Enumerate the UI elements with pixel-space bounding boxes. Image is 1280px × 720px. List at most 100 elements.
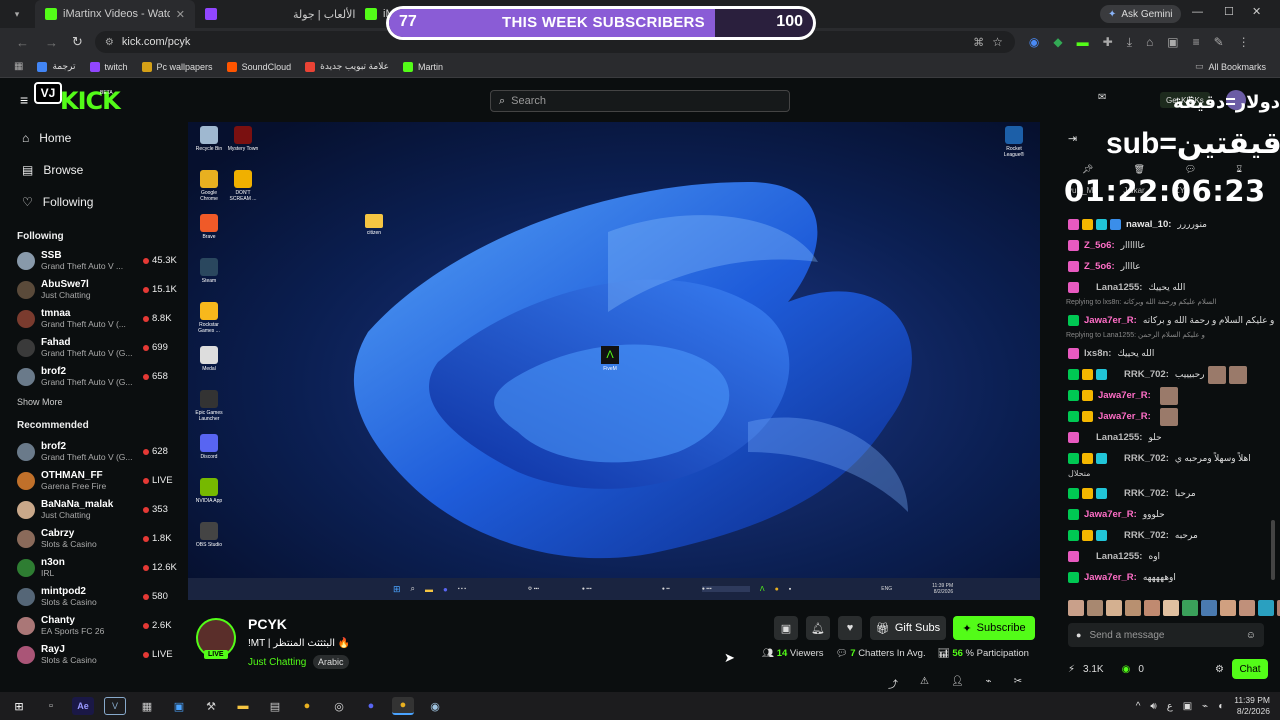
chat-message[interactable]: RRK_702: مرحبا [1054,483,1280,504]
users-icon[interactable]: 👤︎ [951,676,964,691]
chat-identity-icon[interactable]: ● [1076,630,1081,640]
bookmark-star-icon[interactable]: ☆ [992,35,1003,49]
translate-icon[interactable]: ⌘ [973,36,984,49]
network-icon[interactable]: ▣ [1183,701,1192,712]
ask-gemini-button[interactable]: ✦ Ask Gemini [1100,5,1181,23]
extension-icon[interactable]: ◆ [1053,35,1062,50]
search-bar[interactable]: ⌕ Search [490,90,790,112]
chat-username[interactable]: Jawa7er_R: [1098,411,1151,422]
clip-icon[interactable]: ✂ [1014,676,1022,691]
chat-scrollbar[interactable] [1271,520,1275,580]
desktop-icon[interactable]: Rockstar Games ... [192,302,226,346]
chat-message[interactable]: RRK_702: اهلاً وسهلاً ومرحبه ي [1054,448,1280,469]
sidebar-channel-item[interactable]: tmnaa Grand Theft Auto V (... 8.8K [0,304,178,333]
sidebar-channel-item[interactable]: n3on IRL 12.6K [0,553,178,582]
back-icon[interactable]: ← [16,35,29,50]
chat-message[interactable]: nawal_10: منورررر [1054,214,1280,235]
chat-message[interactable]: RRK_702: مرحبه [1054,525,1280,546]
chat-username[interactable]: RRK_702: [1124,530,1169,541]
reload-icon[interactable]: ↻ [72,34,83,50]
chat-settings-icon[interactable]: ⚙ [1215,664,1224,675]
chat-message[interactable]: Lana1255: حلو [1054,427,1280,448]
emote-icon[interactable] [1144,600,1160,616]
sidebar-channel-item[interactable]: BaNaNa_malak Just Chatting 353 [0,495,178,524]
chat-message[interactable]: Jawa7er_R: حلووو [1054,504,1280,525]
nav-browse[interactable]: ▤ Browse [0,154,178,186]
close-window-button[interactable]: ✕ [1252,5,1261,18]
chat-username[interactable]: RRK_702: [1124,369,1169,380]
extension-icon[interactable]: ◉ [1029,35,1039,50]
language-tag[interactable]: Arabic [313,655,349,669]
chat-message[interactable]: lxs8n: الله يحييك [1054,343,1280,364]
gift-subs-button[interactable]: 🎁︎ Gift Subs [870,616,946,640]
desktop-icon[interactable]: Google Chrome [192,170,226,214]
bookmark-item[interactable]: twitch [89,61,128,72]
chat-message[interactable]: Z_5o6: عاااااار [1054,235,1280,256]
apps-grid-icon[interactable]: ▦ [14,61,23,72]
sidebar-channel-item[interactable]: brof2 Grand Theft Auto V (G... 628 [0,437,178,466]
emote-icon[interactable] [1163,600,1179,616]
notification-bell-button[interactable]: 🔔︎ [806,616,830,640]
tray-icon[interactable]: ⌁ [1202,701,1208,712]
emote-icon[interactable] [1125,600,1141,616]
desktop-icon[interactable]: Mystery Town [226,126,260,170]
chat-username[interactable]: RRK_702: [1124,488,1169,499]
chrome-active-icon[interactable]: ● [392,697,414,715]
chat-username[interactable]: Jawa7er_R: [1084,572,1137,583]
desktop-icon[interactable]: Rocket League® [1000,126,1028,158]
app-icon[interactable]: ▣ [168,697,190,715]
steam-icon[interactable]: ◉ [424,697,446,715]
sidebar-channel-item[interactable]: Cabrzy Slots & Casino 1.8K [0,524,178,553]
desktop-icon[interactable]: Brave [192,214,226,258]
chat-username[interactable]: RRK_702: [1124,453,1169,464]
bookmark-item[interactable]: Pc wallpapers [141,61,213,72]
tray-overflow-icon[interactable]: ^ [1136,701,1141,712]
sidepanel-icon[interactable]: ▣ [1167,35,1178,50]
emote-icon[interactable] [1258,600,1274,616]
taskbar-clock[interactable]: 11:39 PM 8/2/2026 [1234,695,1270,717]
desktop-icon[interactable]: DON'T SCREAM ... [226,170,260,214]
discord-icon[interactable]: ● [360,697,382,715]
share-icon[interactable]: ⤴ [888,676,898,691]
sidebar-channel-item[interactable]: brof2 Grand Theft Auto V (G... 658 [0,362,178,391]
more-menu-icon[interactable]: ⋮ [1238,35,1250,50]
desktop-icon[interactable]: Steam [192,258,226,302]
chat-username[interactable]: Jawa7er_R: [1084,315,1137,326]
emote-icon[interactable] [1068,600,1084,616]
desktop-icon[interactable]: Epic Games Launcher [192,390,226,434]
chat-message[interactable]: Jawa7er_R: اوهههههه [1054,567,1280,588]
sidebar-channel-item[interactable]: Fahad Grand Theft Auto V (G... 699 [0,333,178,362]
tray-icon[interactable]: ◐ [1218,701,1224,712]
video-player[interactable]: Recycle Bin Google Chrome Brave Steam Rockst… [188,122,1040,600]
emote-icon[interactable] [1220,600,1236,616]
hamburger-menu-icon[interactable]: ≡ [20,92,28,108]
forward-icon[interactable]: → [45,35,58,50]
sidebar-channel-item[interactable]: Chanty EA Sports FC 26 2.6K [0,611,178,640]
download-icon[interactable]: ⤓ [1127,35,1132,50]
tab-list-dropdown-icon[interactable]: ▾ [8,5,26,23]
chat-message[interactable]: Jawa7er_R: [1054,406,1280,427]
sidebar-channel-item[interactable]: SSB Grand Theft Auto V ... 45.3K [0,246,178,275]
desktop-icon[interactable]: Recycle Bin [192,126,226,170]
vj-app-icon[interactable]: V [104,697,126,715]
desktop-icon[interactable]: OBS Studio [192,522,226,566]
nav-following[interactable]: ♡ Following [0,186,178,218]
bookmark-item[interactable]: ترجمة [37,61,76,72]
chat-message[interactable]: Jawa7er_R: و عليكم السلام و رحمة الله و ب… [1054,310,1280,331]
extensions-puzzle-icon[interactable]: ✚ [1103,35,1113,50]
chat-message[interactable]: Lana1255: الله يحييك [1054,277,1280,298]
extension-icon[interactable]: ⌂ [1146,35,1153,50]
all-bookmarks-button[interactable]: ▭ All Bookmarks [1195,61,1266,72]
chat-username[interactable]: Z_5o6: [1084,240,1115,251]
chat-send-button[interactable]: Chat [1232,659,1268,679]
show-more-link[interactable]: Show More [0,391,178,413]
chrome-icon[interactable]: ● [296,697,318,715]
browser-tab[interactable]: iMartinx Videos - Watch On-De ✕ [35,0,195,28]
stream-category[interactable]: Just Chatting [248,657,306,668]
after-effects-icon[interactable]: Ae [72,697,94,715]
obs-icon[interactable]: ◎ [328,697,350,715]
tool-icon[interactable]: ⚒ [200,697,222,715]
desktop-icon[interactable]: Medal [192,346,226,390]
nav-home[interactable]: ⌂ Home [0,122,178,154]
chat-message[interactable]: Lana1255: اوه [1054,546,1280,567]
